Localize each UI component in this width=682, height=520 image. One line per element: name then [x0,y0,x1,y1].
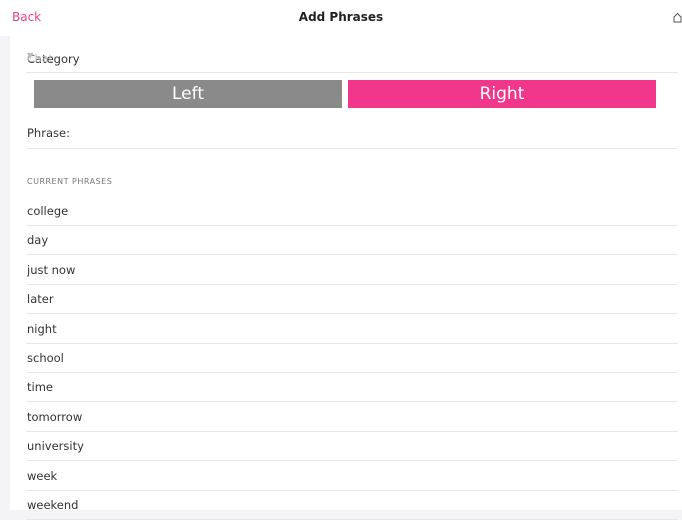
list-item-label: university [27,439,84,454]
list-item[interactable]: day [26,225,678,256]
list-item[interactable]: university [26,431,678,462]
phrase-row: Phrase: [26,118,678,149]
list-item-label: night [27,321,57,336]
list-item-label: day [27,233,49,248]
segment-right-button[interactable]: Right [348,80,656,108]
list-item[interactable]: night [26,314,678,344]
list-item[interactable]: just now [26,255,678,285]
category-row[interactable]: Category Chat ▼ [26,36,678,73]
list-item[interactable]: weekend [26,490,678,520]
page-title: Add Phrases [298,10,384,24]
phrase-label: Phrase: [27,126,70,140]
list-item-label: later [27,292,54,307]
list-item-label: just now [27,262,76,277]
list-item[interactable]: later [26,284,678,315]
list-item[interactable]: college [26,196,678,226]
list-item-label: tomorrow [27,409,83,424]
list-item[interactable]: tomorrow [26,402,678,432]
list-item[interactable]: week [26,461,678,491]
list-item-label: school [27,351,64,365]
form-content: Category Chat ▼ Left Right Phrase: CURRE… [10,36,682,520]
current-phrases-header: CURRENT PHRASES [27,177,113,186]
home-icon[interactable] [673,12,682,23]
list-item[interactable]: school [26,343,678,373]
segment-left-button[interactable]: Left [34,80,342,108]
list-item[interactable]: time [26,372,678,403]
list-item-label: college [27,204,69,218]
list-item-label: time [27,380,53,395]
phrase-input[interactable] [86,122,670,144]
list-item-label: week [27,468,58,483]
chevron-down-icon[interactable]: ▼ [27,51,33,60]
navigation-bar: Back Add Phrases [0,0,682,36]
